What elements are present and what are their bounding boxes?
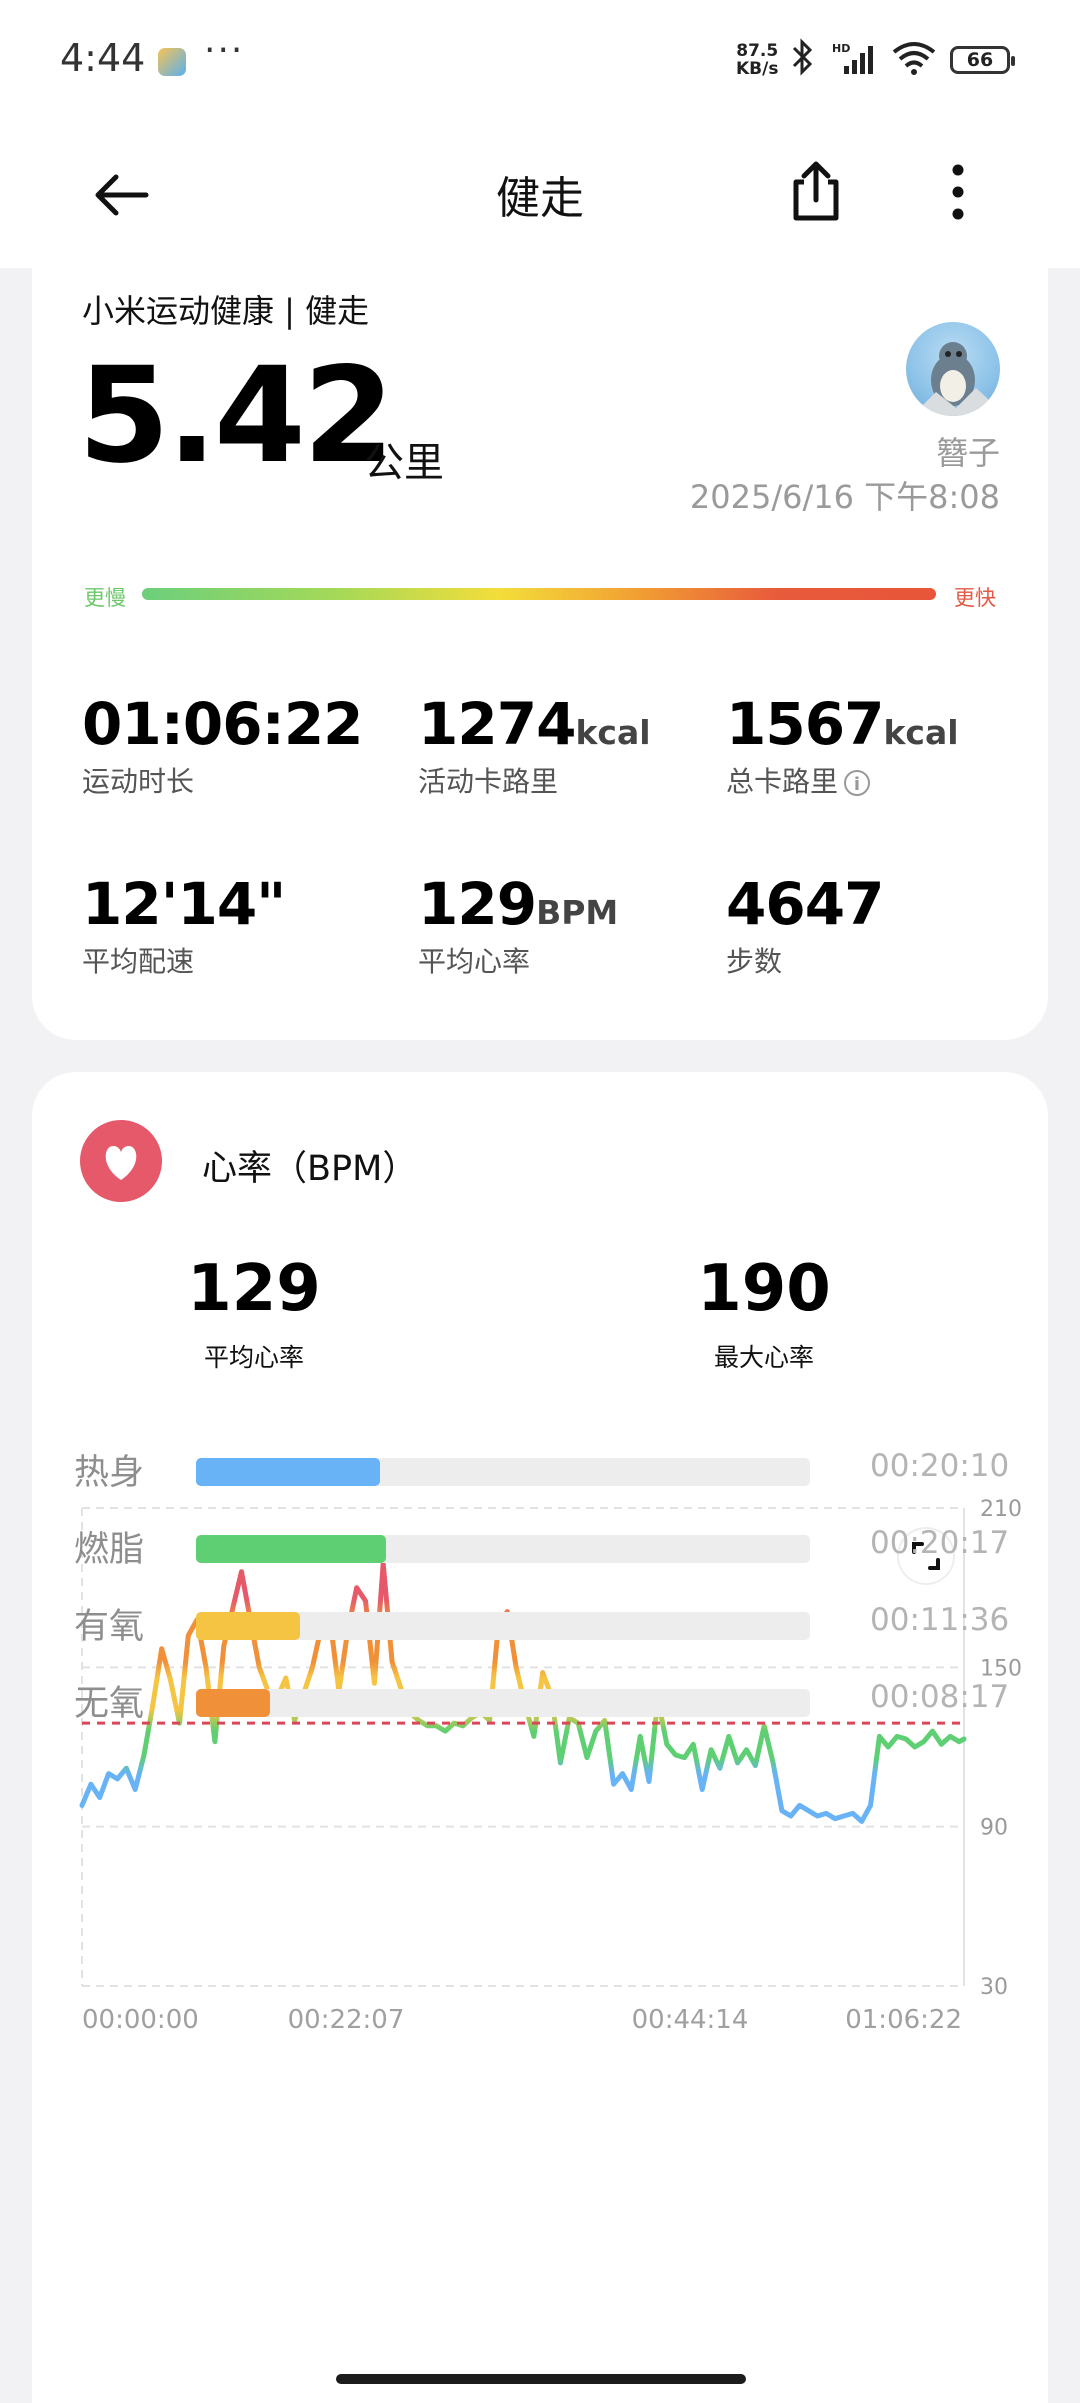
zone-duration: 00:20:10 [870, 1448, 1010, 1484]
stat-avg-pace-label: 平均配速 [82, 945, 195, 978]
share-icon [793, 161, 839, 221]
workout-datetime: 2025/6/16 下午8:08 [689, 478, 1000, 516]
zone-progress-track [196, 1612, 810, 1640]
heart-rate-card: 心率（BPM） 129 平均心率 190 最大心率 210 150 90 30 00:… [32, 1072, 1048, 2403]
zone-progress-track [196, 1458, 810, 1486]
zone-name: 无氧 [74, 1684, 145, 1724]
network-speed-unit: KB/s [736, 59, 779, 79]
status-time: 4:44 [60, 36, 146, 80]
stat-steps: 4647 步数 [726, 870, 884, 980]
stat-avg-heart-rate-label: 平均心率 [418, 945, 531, 978]
more-notifications-icon: ··· [204, 30, 245, 71]
max-heart-rate-value: 190 [697, 1252, 831, 1326]
stat-total-calories-value: 1567 [726, 690, 884, 758]
zone-name: 有氧 [74, 1607, 145, 1647]
bluetooth-icon [790, 38, 814, 85]
app-header: 健走 [0, 120, 1080, 268]
heart-rate-chart: 2101509030 00:00:00 00:22:07 00:44:14 01:06… [79, 1497, 1022, 2035]
avatar[interactable] [906, 322, 1000, 416]
stat-steps-label: 步数 [726, 945, 783, 978]
chart-x-ticks: 00:00:00 00:22:07 00:44:14 01:06:22 [82, 2005, 962, 2035]
zone-duration: 00:11:36 [870, 1602, 1010, 1638]
y-tick-label: 90 [980, 1816, 1008, 1841]
avg-heart-rate-label: 平均心率 [203, 1343, 304, 1372]
zone-row: 无氧 00:08:17 [74, 1671, 1034, 1731]
home-indicator[interactable] [336, 2374, 746, 2384]
stat-total-calories-label: 总卡路里 [726, 765, 839, 798]
info-icon[interactable]: i [844, 770, 871, 796]
chart-grid [81, 1507, 965, 1987]
stat-total-calories-unit: kcal [883, 713, 959, 752]
zone-progress-fill [196, 1689, 270, 1717]
zone-row: 热身 00:20:10 [74, 1440, 1034, 1500]
app-notification-icon [158, 48, 186, 76]
zone-duration: 00:08:17 [870, 1679, 1010, 1715]
avatar-image [906, 342, 1000, 416]
wifi-icon [890, 40, 938, 80]
stat-avg-heart-rate-value: 129 [418, 870, 537, 938]
stat-duration-value: 01:06:22 [82, 690, 364, 758]
zone-progress-fill [196, 1458, 381, 1486]
heart-rate-title: 心率（BPM） [202, 1149, 418, 1189]
network-speed: 87.5 KB/s [736, 42, 778, 78]
stat-avg-heart-rate: 129BPM 平均心率 [418, 870, 618, 980]
network-speed-value: 87.5 [736, 41, 779, 61]
more-vertical-icon [952, 164, 964, 220]
share-button[interactable] [786, 156, 846, 226]
speed-slow-label: 更慢 [84, 586, 126, 610]
stat-active-calories-unit: kcal [575, 713, 651, 752]
more-options-button[interactable] [936, 156, 980, 228]
stat-duration-label: 运动时长 [82, 765, 195, 798]
stat-avg-pace: 12'14" 平均配速 [82, 870, 286, 980]
zone-name: 热身 [74, 1453, 145, 1493]
svg-text:HD: HD [832, 42, 850, 55]
page-title: 健走 [496, 173, 584, 224]
speed-gradient-bar [142, 588, 936, 600]
user-name: 簪子 [935, 434, 1000, 472]
battery-indicator: 66 [950, 46, 1015, 74]
stat-duration: 01:06:22 运动时长 [82, 690, 364, 800]
zone-progress-fill [196, 1535, 387, 1563]
stat-active-calories-value: 1274 [418, 690, 576, 758]
zone-row: 有氧 00:11:36 [74, 1594, 1034, 1654]
zone-duration: 00:20:17 [870, 1525, 1010, 1561]
distance-unit: 公里 [364, 440, 444, 486]
stat-steps-value: 4647 [726, 870, 884, 938]
stat-active-calories: 1274kcal 活动卡路里 [418, 690, 651, 800]
speed-fast-label: 更快 [954, 586, 996, 610]
stat-avg-heart-rate-unit: BPM [536, 893, 619, 932]
x-tick-label: 00:00:00 [82, 2005, 199, 2035]
x-tick-label: 00:22:07 [288, 2005, 405, 2035]
zone-progress-fill [196, 1612, 301, 1640]
distance-value: 5.42 [78, 339, 395, 493]
status-bar: 4:44 ··· 87.5 KB/s HD 66 [0, 0, 1080, 120]
stat-avg-pace-value: 12'14" [82, 870, 286, 938]
workout-source: 小米运动健康 | 健走 [82, 292, 370, 330]
avg-heart-rate-value: 129 [187, 1252, 321, 1326]
zone-progress-track [196, 1535, 810, 1563]
x-tick-label: 01:06:22 [845, 2005, 962, 2035]
zone-progress-track [196, 1689, 810, 1717]
zone-row: 燃脂 00:20:17 [74, 1517, 1034, 1577]
stat-active-calories-label: 活动卡路里 [418, 765, 559, 798]
x-tick-label: 00:44:14 [632, 2005, 749, 2035]
zone-name: 燃脂 [74, 1530, 145, 1570]
y-tick-label: 30 [980, 1975, 1008, 2000]
heart-icon [80, 1120, 162, 1202]
max-heart-rate-label: 最大心率 [713, 1343, 814, 1372]
stat-total-calories: 1567kcal 总卡路里 i [726, 690, 959, 800]
workout-summary-card: 小米运动健康 | 健走 5.42 公里 簪子 2025/6/16 下午8:08 … [32, 250, 1048, 1040]
cellular-signal-icon: HD [832, 42, 878, 80]
